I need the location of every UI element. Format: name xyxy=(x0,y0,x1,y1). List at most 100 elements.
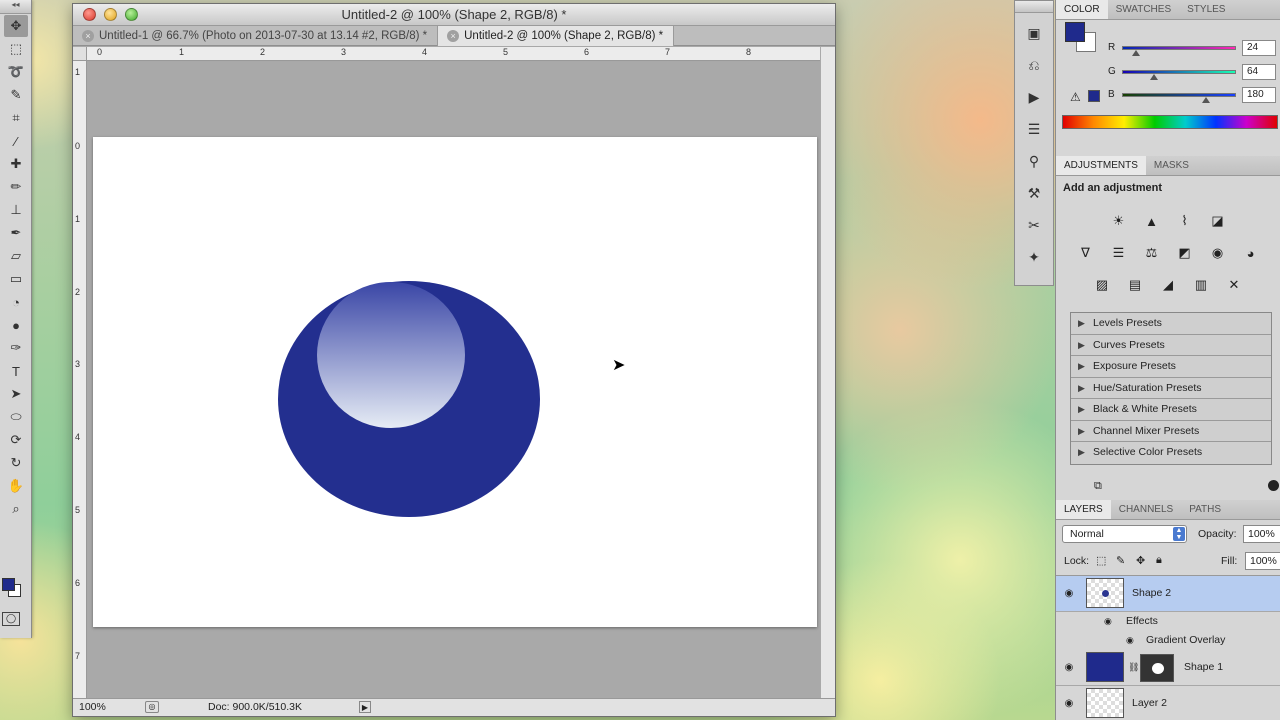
gamut-color-swatch[interactable] xyxy=(1088,90,1100,102)
brush-tool-icon[interactable]: ✏ xyxy=(4,176,28,198)
blue-thumb[interactable] xyxy=(1202,97,1210,103)
expand-triangle-icon[interactable]: ▶ xyxy=(1078,335,1093,356)
expand-triangle-icon[interactable]: ▶ xyxy=(1078,378,1093,399)
green-track[interactable] xyxy=(1122,70,1236,74)
tab-styles[interactable]: STYLES xyxy=(1179,0,1233,19)
canvas-pasteboard[interactable] xyxy=(87,62,821,700)
zoom-level[interactable]: 100% xyxy=(79,701,139,713)
vibrance-icon[interactable]: ∇ xyxy=(1074,242,1098,264)
blue-value-field[interactable]: 180 xyxy=(1242,87,1276,103)
blue-slider[interactable]: B 180 xyxy=(1108,87,1278,105)
posterize-icon[interactable]: ▤ xyxy=(1123,274,1147,296)
quick-select-tool-icon[interactable]: ✎ xyxy=(4,84,28,106)
dodge-tool-icon[interactable]: ● xyxy=(4,314,28,336)
green-slider[interactable]: G 64 xyxy=(1108,64,1278,82)
black-white-icon[interactable]: ◩ xyxy=(1173,242,1197,264)
lock-all-icon[interactable]: 🔒︎ xyxy=(1156,554,1162,567)
lock-transparency-icon[interactable]: ⬚ xyxy=(1096,554,1106,567)
shape-tool-icon[interactable]: ⬭ xyxy=(4,406,28,428)
close-window-button[interactable] xyxy=(83,8,96,21)
expand-triangle-icon[interactable]: ▶ xyxy=(1078,421,1093,442)
pen-tool-icon[interactable]: ✑ xyxy=(4,337,28,359)
vertical-ruler[interactable]: 1 0 1 2 3 4 5 6 7 xyxy=(73,61,87,701)
color-spectrum-ramp[interactable] xyxy=(1062,115,1278,129)
document-canvas[interactable] xyxy=(93,137,817,627)
clone-source-icon[interactable]: ⚲ xyxy=(1020,149,1048,173)
close-tab-icon[interactable]: × xyxy=(82,30,94,42)
tab-swatches[interactable]: SWATCHES xyxy=(1108,0,1180,19)
curves-icon[interactable]: ⌇ xyxy=(1173,210,1197,232)
gradient-tool-icon[interactable]: ▭ xyxy=(4,268,28,290)
horizontal-ruler[interactable]: 0 1 2 3 4 5 6 7 8 xyxy=(87,47,821,61)
close-tab-icon[interactable]: × xyxy=(447,30,460,42)
opacity-field[interactable]: 100% xyxy=(1243,525,1280,543)
preset-channel-mixer[interactable]: ▶ Channel Mixer Presets xyxy=(1071,421,1271,442)
dock-grip[interactable] xyxy=(1015,1,1053,13)
3d-icon[interactable]: ✂ xyxy=(1020,213,1048,237)
visibility-eye-icon[interactable]: ◉ xyxy=(1061,588,1077,600)
effect-visibility-icon[interactable]: ◉ xyxy=(1126,635,1134,646)
zoom-tool-icon[interactable]: ⌕ xyxy=(4,498,28,520)
color-balance-icon[interactable]: ⚖ xyxy=(1140,242,1164,264)
effects-visibility-icon[interactable]: ◉ xyxy=(1104,616,1112,627)
green-value-field[interactable]: 64 xyxy=(1242,64,1276,80)
expand-triangle-icon[interactable]: ▶ xyxy=(1078,399,1093,420)
tab-layers[interactable]: LAYERS xyxy=(1056,500,1111,519)
minibridge-icon[interactable]: ▣ xyxy=(1020,21,1048,45)
foreground-color-swatch[interactable] xyxy=(1065,22,1085,42)
expand-triangle-icon[interactable]: ▶ xyxy=(1078,356,1093,377)
blue-track[interactable] xyxy=(1122,93,1236,97)
layer-shape-1[interactable]: ◉ ⛓ Shape 1 xyxy=(1056,650,1280,686)
marquee-tool-icon[interactable]: ⬚ xyxy=(4,38,28,60)
lock-pixels-icon[interactable]: ✎ xyxy=(1116,554,1125,567)
layer-effect-gradient-overlay[interactable]: ◉ Gradient Overlay xyxy=(1056,631,1280,650)
threshold-icon[interactable]: ◢ xyxy=(1156,274,1180,296)
invert-icon[interactable]: ▨ xyxy=(1090,274,1114,296)
gradient-map-icon[interactable]: ▥ xyxy=(1189,274,1213,296)
tool-presets-icon[interactable]: ⚒ xyxy=(1020,181,1048,205)
green-thumb[interactable] xyxy=(1150,74,1158,80)
type-tool-icon[interactable]: T xyxy=(4,360,28,382)
crop-tool-icon[interactable]: ⌗ xyxy=(4,107,28,129)
layer-layer-2[interactable]: ◉ Layer 2 xyxy=(1056,686,1280,720)
foreground-color-swatch[interactable] xyxy=(2,578,15,591)
preset-black-white[interactable]: ▶ Black & White Presets xyxy=(1071,399,1271,421)
visibility-eye-icon[interactable]: ◉ xyxy=(1061,662,1077,674)
preset-curves[interactable]: ▶ Curves Presets xyxy=(1071,335,1271,356)
lasso-tool-icon[interactable]: ➰ xyxy=(4,61,28,83)
clip-to-layer-icon[interactable]: ⧉ xyxy=(1094,480,1102,493)
path-select-tool-icon[interactable]: ➤ xyxy=(4,383,28,405)
quick-mask-icon[interactable]: ◯ xyxy=(2,612,20,626)
3d-orbit-tool-icon[interactable]: ↻ xyxy=(4,452,28,474)
history-icon[interactable]: ⎌ xyxy=(1020,53,1048,77)
fill-field[interactable]: 100% xyxy=(1245,552,1280,570)
eraser-tool-icon[interactable]: ▱ xyxy=(4,245,28,267)
panel-options-icon[interactable] xyxy=(1268,480,1279,491)
preset-levels[interactable]: ▶ Levels Presets xyxy=(1071,313,1271,335)
shape-2-highlight[interactable] xyxy=(317,282,465,428)
history-brush-tool-icon[interactable]: ✒ xyxy=(4,222,28,244)
tab-adjustments[interactable]: ADJUSTMENTS xyxy=(1056,156,1146,175)
preset-selective-color[interactable]: ▶ Selective Color Presets xyxy=(1071,442,1271,464)
channel-mixer-icon[interactable]: ◕ xyxy=(1239,242,1263,264)
tab-untitled-2[interactable]: × Untitled-2 @ 100% (Shape 2, RGB/8) * xyxy=(438,26,675,46)
clone-stamp-tool-icon[interactable]: ⊥ xyxy=(4,199,28,221)
vertical-scrollbar[interactable] xyxy=(820,47,835,700)
levels-icon[interactable]: ▲ xyxy=(1140,210,1164,232)
zoom-window-button[interactable] xyxy=(125,8,138,21)
3d-rotate-tool-icon[interactable]: ⟳ xyxy=(4,429,28,451)
tab-untitled-1[interactable]: × Untitled-1 @ 66.7% (Photo on 2013-07-3… xyxy=(73,26,439,46)
tab-paths[interactable]: PATHS xyxy=(1181,500,1229,519)
layer-shape-2[interactable]: ◉ Shape 2 xyxy=(1056,576,1280,612)
tools-panel-grip[interactable]: ◂◂ xyxy=(0,0,31,14)
brush-presets-icon[interactable]: ☰ xyxy=(1020,117,1048,141)
tab-masks[interactable]: MASKS xyxy=(1146,156,1197,175)
blend-mode-select[interactable]: Normal ▲ ▼ xyxy=(1062,525,1187,543)
actions-icon[interactable]: ▶ xyxy=(1020,85,1048,109)
vector-mask-thumbnail[interactable] xyxy=(1140,654,1174,682)
red-thumb[interactable] xyxy=(1132,50,1140,56)
ruler-corner[interactable] xyxy=(73,47,87,61)
visibility-eye-icon[interactable]: ◉ xyxy=(1061,698,1077,710)
move-tool-icon[interactable]: ✥ xyxy=(4,15,28,37)
preset-exposure[interactable]: ▶ Exposure Presets xyxy=(1071,356,1271,378)
